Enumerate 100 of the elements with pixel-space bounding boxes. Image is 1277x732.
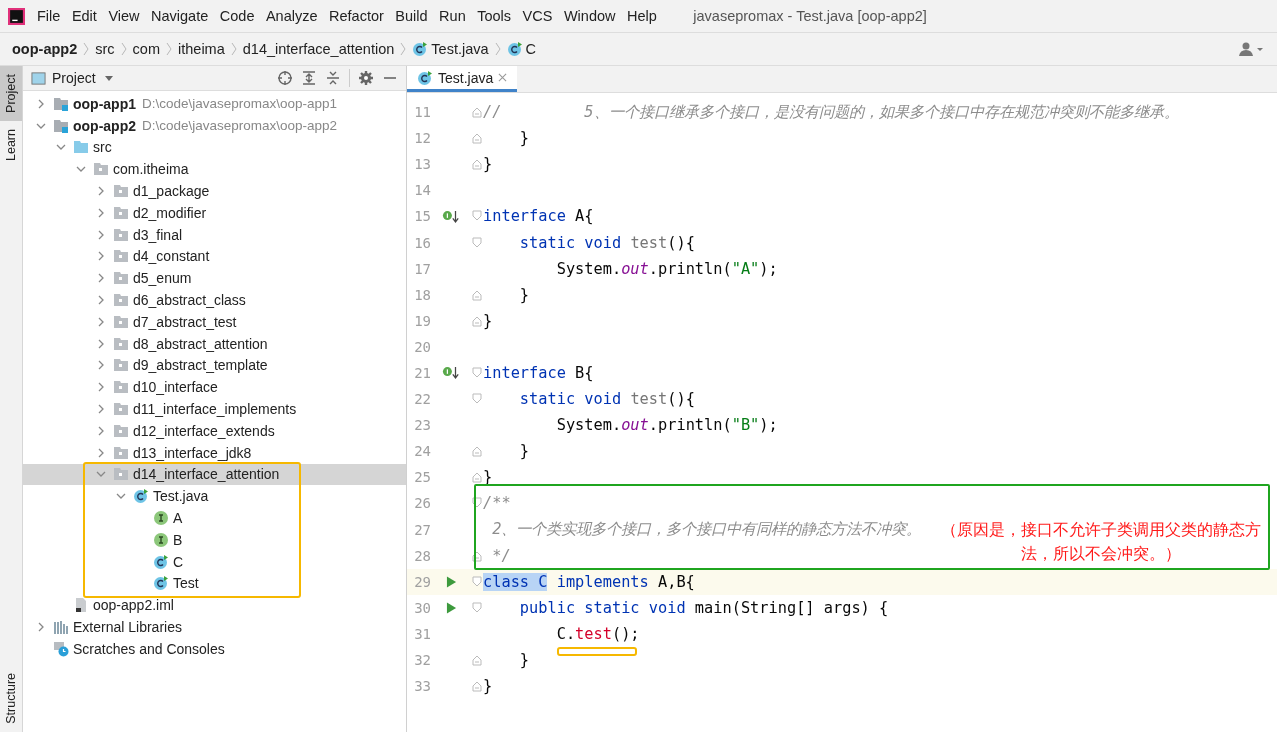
fold-icon[interactable] — [471, 393, 482, 406]
breadcrumb-item[interactable]: Test.java — [412, 41, 489, 57]
user-menu-icon[interactable] — [1239, 41, 1265, 57]
tree-item[interactable]: Scratches and Consoles — [73, 640, 225, 657]
tree-item[interactable]: d1_package — [133, 183, 210, 200]
menu-item[interactable]: View — [108, 8, 140, 24]
fold-icon[interactable] — [471, 236, 482, 249]
fold-icon[interactable] — [471, 132, 482, 145]
tree-item[interactable]: Test.java — [153, 488, 209, 505]
menu-item[interactable]: VCS — [522, 8, 553, 24]
tree-item[interactable]: d9_abstract_template — [133, 357, 268, 374]
tree-item[interactable]: com.itheima — [113, 161, 189, 178]
tree-item[interactable]: d12_interface_extends — [133, 422, 275, 439]
menu-item[interactable]: Edit — [71, 8, 97, 24]
tree-item[interactable]: src — [93, 139, 112, 156]
tree-item[interactable]: oop-app2.iml — [93, 597, 174, 614]
menu-item[interactable]: Window — [563, 8, 616, 24]
tree-item[interactable]: oop-app2 — [73, 117, 136, 134]
fold-icon[interactable] — [471, 367, 482, 379]
tree-item[interactable]: oop-app1 — [73, 95, 136, 112]
tree-item[interactable]: d7_abstract_test — [133, 313, 237, 330]
expand-all-icon[interactable] — [301, 70, 317, 86]
run-icon[interactable] — [445, 575, 457, 588]
fold-icon[interactable] — [471, 549, 482, 562]
tree-item[interactable]: d2_modifier — [133, 204, 207, 221]
line-number: 20 — [413, 338, 431, 355]
dropdown-icon[interactable] — [103, 73, 114, 83]
menu-item[interactable]: File — [37, 8, 61, 24]
side-tab[interactable]: Project — [0, 66, 22, 121]
breadcrumb-item[interactable]: oop-app2 — [12, 41, 78, 57]
code-line: static void test(){ — [518, 390, 695, 409]
tree-item[interactable]: Test — [173, 575, 199, 592]
editor-tab[interactable]: Test.java — [407, 66, 518, 92]
tree-item[interactable]: d5_enum — [133, 270, 192, 287]
tree-item[interactable]: d3_final — [133, 226, 183, 243]
menu-item[interactable]: Analyze — [265, 8, 318, 24]
menu-item[interactable]: Build — [395, 8, 428, 24]
tree-item[interactable]: A — [173, 510, 183, 527]
code-line: 2、一个类实现多个接口，多个接口中有同样的静态方法不冲突。 — [491, 519, 922, 541]
fold-icon[interactable] — [471, 210, 482, 223]
menu-item[interactable]: Run — [439, 8, 466, 24]
settings-icon[interactable] — [358, 70, 374, 86]
fold-icon[interactable] — [471, 314, 482, 327]
fold-icon[interactable] — [471, 601, 482, 614]
menu-item[interactable]: Code — [219, 8, 255, 24]
tree-item[interactable]: C — [173, 553, 184, 570]
run-icon[interactable] — [445, 601, 457, 614]
breadcrumb-item[interactable]: src — [95, 41, 115, 57]
close-icon[interactable] — [498, 73, 508, 82]
fold-icon[interactable] — [471, 106, 482, 119]
code-line: System.out.println("A"); — [555, 259, 778, 278]
side-tab[interactable]: Learn — [0, 120, 22, 169]
collapse-all-icon[interactable] — [325, 70, 341, 86]
fold-icon[interactable] — [471, 680, 482, 693]
breadcrumb-item[interactable]: itheima — [178, 41, 225, 57]
code-line: } — [518, 651, 530, 669]
fold-icon[interactable] — [471, 654, 482, 666]
breadcrumb-item[interactable]: C — [506, 41, 537, 57]
line-number: 15 — [413, 208, 431, 225]
app-logo-icon — [8, 7, 25, 25]
code-line: System.out.println("B"); — [555, 416, 778, 435]
menu-item[interactable]: Refactor — [329, 8, 384, 24]
fold-icon[interactable] — [471, 497, 482, 510]
chevron-icon — [166, 41, 172, 57]
code-line: // 5、一个接口继承多个接口，是没有问题的，如果多个接口中存在规范冲突则不能多继承。 — [482, 101, 1179, 123]
menu-item[interactable]: Navigate — [151, 8, 209, 24]
code-line: interface A{ — [482, 207, 594, 226]
scratches-icon — [53, 640, 69, 657]
tree-item[interactable]: External Libraries — [73, 619, 182, 635]
menu-item[interactable]: Help — [627, 8, 657, 24]
implemented-icon[interactable] — [442, 208, 460, 224]
line-number: 18 — [413, 286, 431, 303]
code-line: interface B{ — [482, 364, 594, 382]
line-number: 24 — [413, 443, 431, 460]
tree-item[interactable]: d13_interface_jdk8 — [133, 444, 252, 461]
class-icon — [417, 69, 433, 86]
line-number: 30 — [413, 599, 431, 616]
fold-icon[interactable] — [471, 288, 482, 301]
menu-item[interactable]: Tools — [477, 8, 512, 24]
implemented-icon[interactable] — [442, 365, 460, 381]
breadcrumb-item[interactable]: d14_interface_attention — [242, 41, 395, 57]
panel-title[interactable]: Project — [52, 70, 96, 86]
package-icon — [113, 226, 129, 243]
tree-item[interactable]: d10_interface — [133, 379, 218, 396]
fold-icon[interactable] — [471, 471, 482, 484]
locate-icon[interactable] — [277, 70, 293, 86]
fold-icon[interactable] — [471, 445, 482, 458]
side-tab[interactable]: Structure — [0, 665, 22, 732]
package-icon — [113, 379, 129, 396]
tree-item[interactable]: d11_interface_implements — [133, 401, 297, 418]
tree-item[interactable]: d4_constant — [133, 248, 210, 265]
module-path: D:\code\javasepromax\oop-app2 — [142, 118, 338, 134]
tree-item[interactable]: d8_abstract_attention — [133, 335, 268, 352]
tree-item[interactable]: B — [173, 531, 183, 548]
line-number: 23 — [413, 417, 431, 434]
fold-icon[interactable] — [471, 575, 482, 588]
tree-item[interactable]: d6_abstract_class — [133, 292, 246, 309]
package-icon — [113, 466, 129, 483]
fold-icon[interactable] — [471, 158, 482, 171]
breadcrumb-item[interactable]: com — [132, 41, 160, 57]
